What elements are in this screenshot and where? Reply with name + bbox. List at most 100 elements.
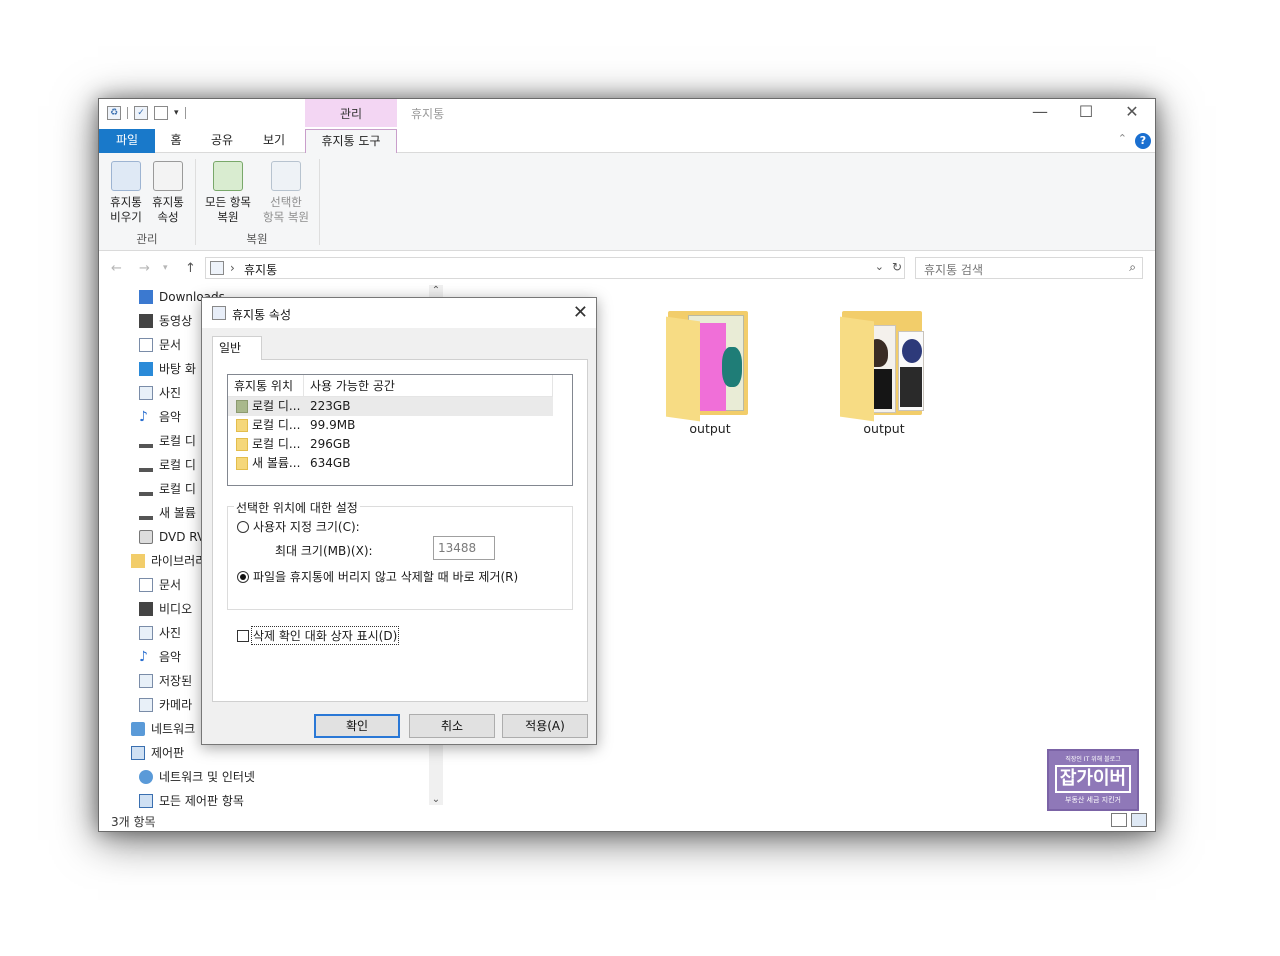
nav-item-pictures[interactable]: 사진 — [139, 382, 181, 404]
recent-locations-button[interactable]: ▾ — [163, 263, 168, 273]
nav-label: 제어판 — [151, 746, 185, 760]
close-button[interactable]: ✕ — [1109, 99, 1155, 127]
address-dropdown-icon[interactable]: ⌄ — [875, 260, 884, 273]
nav-label: 음악 — [159, 650, 182, 664]
large-icons-view-icon[interactable] — [1131, 813, 1147, 827]
column-header-space[interactable]: 사용 가능한 공간 — [304, 375, 553, 396]
nav-item-network[interactable]: 네트워크 — [131, 718, 195, 740]
pictures-icon — [139, 698, 153, 712]
nav-label: 음악 — [159, 410, 182, 424]
radio-circle[interactable] — [237, 520, 249, 533]
nav-item-lib-videos[interactable]: 비디오 — [139, 598, 192, 620]
column-header-location[interactable]: 휴지통 위치 — [228, 375, 304, 396]
nav-item-videos[interactable]: 동영상 — [139, 310, 192, 332]
location-name: 로컬 디... — [252, 437, 301, 451]
nav-label: 바탕 화 — [159, 362, 196, 376]
up-button[interactable]: ↑ — [185, 261, 196, 276]
properties-icon[interactable]: ✓ — [134, 106, 148, 120]
view-switcher — [1111, 813, 1147, 827]
back-button[interactable]: ← — [111, 261, 122, 276]
list-item[interactable]: 로컬 디... 223GB — [228, 397, 553, 416]
radio-circle[interactable] — [237, 570, 249, 583]
properties-icon — [153, 161, 183, 191]
drive-icon — [139, 506, 153, 520]
max-size-label: 최대 크기(MB)(X): — [275, 544, 373, 558]
location-name: 로컬 디... — [252, 418, 301, 432]
confirm-delete-checkbox[interactable]: 삭제 확인 대화 상자 표시(D) — [237, 626, 400, 645]
checkbox-box[interactable] — [237, 629, 249, 642]
restore-selected-button[interactable]: 선택한 항목 복원 — [257, 161, 315, 225]
dialog-close-icon[interactable]: ✕ — [573, 302, 588, 323]
nav-label: 문서 — [159, 338, 182, 352]
tab-file[interactable]: 파일 — [99, 129, 155, 153]
available-space: 99.9MB — [310, 418, 356, 432]
restore-all-button[interactable]: 모든 항목 복원 — [199, 161, 257, 225]
refresh-icon[interactable]: ↻ — [892, 260, 902, 274]
watermark-text: 직장인 IT 위해 블로그 — [1065, 756, 1121, 763]
nav-item-local-disk[interactable]: 로컬 디 — [139, 430, 196, 452]
search-icon[interactable]: ⌕ — [1129, 260, 1136, 275]
apply-button[interactable]: 적용(A) — [502, 714, 588, 738]
list-item[interactable]: 로컬 디... 296GB — [228, 435, 553, 454]
search-box[interactable]: 휴지통 검색 ⌕ — [915, 257, 1143, 279]
recycle-bin-properties-button[interactable]: 휴지통 속성 — [145, 161, 191, 225]
radio-label: 파일을 휴지통에 버리지 않고 삭제할 때 바로 제거(R) — [253, 570, 519, 584]
search-input[interactable]: 휴지통 검색 — [924, 261, 983, 278]
minimize-button[interactable]: — — [1017, 99, 1063, 127]
restore-all-icon — [213, 161, 243, 191]
location-list[interactable]: 휴지통 위치 사용 가능한 공간 로컬 디... 223GB 로컬 디... 9… — [227, 374, 573, 486]
available-space: 223GB — [310, 399, 351, 413]
nav-item-lib-documents[interactable]: 문서 — [139, 574, 181, 596]
tab-recycle-bin-tools[interactable]: 휴지통 도구 — [305, 129, 397, 154]
max-size-input[interactable]: 13488 — [433, 536, 495, 560]
tab-share[interactable]: 공유 — [207, 129, 237, 153]
nav-item-local-disk[interactable]: 로컬 디 — [139, 454, 196, 476]
help-icon[interactable]: ? — [1135, 133, 1151, 149]
control-panel-icon — [131, 746, 145, 760]
file-item[interactable]: output — [829, 305, 939, 436]
nav-label: 모든 제어판 항목 — [159, 794, 244, 808]
nav-label: 로컬 디 — [159, 482, 196, 496]
nav-item-dvd-drive[interactable]: DVD RV — [139, 526, 205, 548]
nav-item-documents[interactable]: 문서 — [139, 334, 181, 356]
nav-item-desktop[interactable]: 바탕 화 — [139, 358, 196, 380]
details-view-icon[interactable] — [1111, 813, 1127, 827]
scroll-up-icon[interactable]: ⌃ — [429, 285, 443, 296]
breadcrumb-recycle-bin[interactable]: 휴지통 — [244, 261, 277, 278]
tab-home[interactable]: 홈 — [161, 129, 191, 153]
new-folder-icon[interactable] — [154, 106, 168, 120]
list-item[interactable]: 새 볼륨... 634GB — [228, 454, 553, 473]
button-label: 모든 항목 — [205, 195, 251, 209]
ribbon-tab-row: 파일 홈 공유 보기 휴지통 도구 ⌃ ? — [99, 129, 1155, 154]
delete-immediately-radio[interactable]: 파일을 휴지통에 버리지 않고 삭제할 때 바로 제거(R) — [237, 568, 518, 585]
nav-item-new-volume[interactable]: 새 볼륨 — [139, 502, 196, 524]
maximize-button[interactable]: ☐ — [1063, 99, 1109, 127]
nav-item-control-panel[interactable]: 제어판 — [131, 742, 184, 764]
nav-item-libraries[interactable]: 라이브러리 — [131, 550, 206, 572]
separator — [127, 107, 128, 119]
nav-item-local-disk[interactable]: 로컬 디 — [139, 478, 196, 500]
list-item[interactable]: 로컬 디... 99.9MB — [228, 416, 553, 435]
cancel-button[interactable]: 취소 — [409, 714, 495, 738]
forward-button[interactable]: → — [139, 261, 150, 276]
ribbon-collapse-icon[interactable]: ⌃ — [1118, 132, 1127, 145]
address-bar[interactable]: › 휴지통 ⌄ ↻ — [205, 257, 905, 279]
nav-item-music[interactable]: ♪ 음악 — [139, 406, 181, 428]
nav-item-lib-music[interactable]: ♪ 음악 — [139, 646, 181, 668]
custom-size-radio[interactable]: 사용자 지정 크기(C): — [237, 518, 360, 535]
nav-item-all-control-panel[interactable]: 모든 제어판 항목 — [139, 790, 244, 812]
scroll-down-icon[interactable]: ⌄ — [429, 794, 443, 805]
nav-item-saved-pictures[interactable]: 저장된 — [139, 670, 192, 692]
network-icon — [131, 722, 145, 736]
nav-item-camera-roll[interactable]: 카메라 — [139, 694, 192, 716]
ok-button[interactable]: 확인 — [314, 714, 400, 738]
nav-item-network-internet[interactable]: 네트워크 및 인터넷 — [139, 766, 255, 788]
library-icon — [131, 554, 145, 568]
tab-general[interactable]: 일반 — [212, 336, 262, 360]
tab-view[interactable]: 보기 — [259, 129, 289, 153]
file-item[interactable]: output — [655, 305, 765, 436]
empty-recycle-bin-button[interactable]: 휴지통 비우기 — [103, 161, 149, 225]
group-label-restore: 복원 — [246, 232, 268, 246]
customize-qat-icon[interactable]: ▾ — [174, 108, 179, 118]
nav-item-lib-pictures[interactable]: 사진 — [139, 622, 181, 644]
